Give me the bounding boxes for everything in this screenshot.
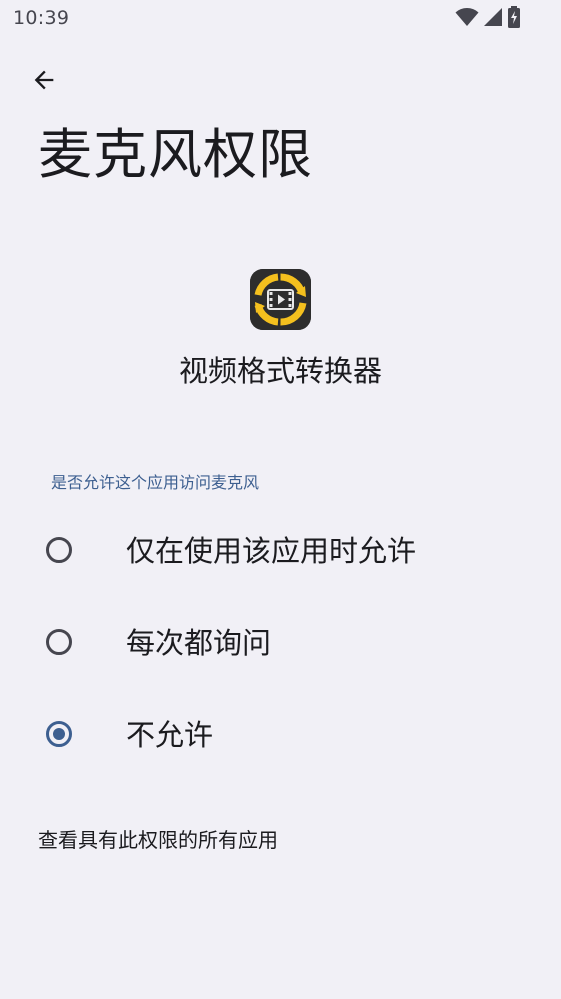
video-converter-app-icon bbox=[250, 269, 311, 330]
wifi-icon bbox=[455, 7, 479, 31]
radio-button-selected[interactable] bbox=[46, 721, 72, 747]
radio-button[interactable] bbox=[46, 629, 72, 655]
option-label: 每次都询问 bbox=[126, 626, 272, 660]
page-title: 麦克风权限 bbox=[38, 123, 313, 186]
status-bar: 10:39 bbox=[0, 0, 561, 40]
cell-signal-icon bbox=[483, 7, 503, 31]
see-all-apps-link[interactable]: 查看具有此权限的所有应用 bbox=[38, 826, 278, 854]
back-button[interactable] bbox=[22, 60, 66, 104]
app-name: 视频格式转换器 bbox=[178, 354, 382, 388]
permission-question: 是否允许这个应用访问麦克风 bbox=[51, 473, 260, 492]
option-label: 不允许 bbox=[126, 718, 214, 752]
status-time: 10:39 bbox=[13, 7, 70, 29]
battery-charging-icon bbox=[507, 6, 521, 32]
status-icons bbox=[455, 6, 521, 32]
option-allow-while-using[interactable]: 仅在使用该应用时允许 bbox=[0, 513, 561, 593]
option-ask-every-time[interactable]: 每次都询问 bbox=[0, 605, 561, 685]
arrow-left-icon bbox=[30, 66, 58, 98]
radio-button[interactable] bbox=[46, 537, 72, 563]
option-label: 仅在使用该应用时允许 bbox=[126, 534, 417, 568]
option-deny[interactable]: 不允许 bbox=[0, 697, 561, 777]
